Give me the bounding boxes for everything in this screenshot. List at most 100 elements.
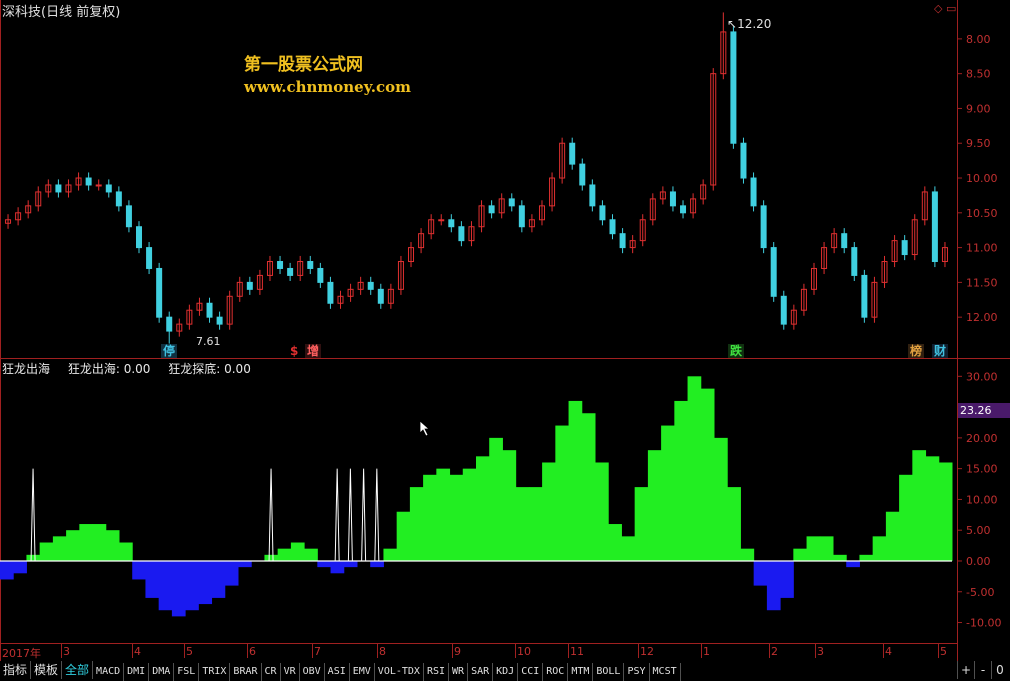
indicator-bar bbox=[740, 548, 755, 561]
time-axis-tick bbox=[883, 644, 884, 658]
tab-template[interactable]: 模板 bbox=[31, 661, 63, 679]
time-axis-label: 6 bbox=[249, 645, 256, 658]
candle-body bbox=[518, 205, 525, 228]
indicator-bar bbox=[846, 560, 860, 568]
price-chart[interactable]: 12.00 11.50 11.00 10.50 10.00 9.50 9.00 8.50 8.0… bbox=[0, 0, 1010, 358]
indicator-bar bbox=[449, 474, 464, 561]
tab-rsi[interactable]: RSI bbox=[424, 663, 450, 681]
zoom-in-button[interactable]: + bbox=[957, 661, 974, 679]
candle-body bbox=[841, 233, 848, 249]
signal-ranking[interactable]: 榜 bbox=[908, 344, 925, 358]
candle-body bbox=[105, 184, 112, 193]
indicator-bar bbox=[885, 511, 900, 561]
signal-spike bbox=[30, 468, 36, 561]
tab-fsl[interactable]: FSL bbox=[174, 663, 200, 681]
candle-body bbox=[206, 302, 213, 318]
indicator-bar bbox=[819, 536, 834, 561]
signal-dividend[interactable]: $ bbox=[288, 344, 300, 358]
signal-suspend-text: 停 bbox=[163, 344, 176, 358]
time-axis-tick bbox=[452, 644, 453, 658]
time-axis-label: 2 bbox=[771, 645, 778, 658]
price-y-label: 9.00 bbox=[966, 102, 991, 115]
tab-all[interactable]: 全部 bbox=[62, 661, 94, 679]
signal-finance-text: 财 bbox=[934, 344, 947, 358]
reset-button[interactable]: 0 bbox=[991, 661, 1008, 679]
indicator-bar bbox=[528, 487, 543, 561]
price-y-label: 9.50 bbox=[966, 137, 991, 150]
indicator-bar bbox=[277, 548, 292, 561]
indicator-bar bbox=[661, 425, 675, 561]
candle-body bbox=[680, 205, 687, 214]
indicator-bar bbox=[0, 560, 14, 580]
time-axis-tick bbox=[568, 644, 569, 658]
indicator-bar bbox=[912, 450, 927, 561]
time-axis-label: 5 bbox=[940, 645, 947, 658]
candle-body bbox=[730, 31, 737, 144]
tab-roc[interactable]: ROC bbox=[543, 663, 569, 681]
indicator-bar bbox=[370, 560, 384, 568]
candle-body bbox=[307, 261, 314, 269]
time-axis-tick bbox=[312, 644, 313, 658]
tab-kdj[interactable]: KDJ bbox=[493, 663, 519, 681]
zoom-out-button[interactable]: - bbox=[974, 661, 991, 679]
tab-cci[interactable]: CCI bbox=[518, 663, 544, 681]
signal-spike bbox=[334, 468, 340, 561]
indicator-bar bbox=[674, 400, 689, 561]
tab-vr[interactable]: VR bbox=[281, 663, 300, 681]
tab-vol-tdx[interactable]: VOL-TDX bbox=[375, 663, 424, 681]
mouse-cursor-icon bbox=[419, 420, 431, 437]
signal-finance[interactable]: 财 bbox=[932, 344, 949, 358]
indicator-bar bbox=[766, 560, 781, 611]
candle-body bbox=[85, 177, 92, 186]
current-value-badge: 23.26 bbox=[958, 403, 1010, 418]
tab-psy[interactable]: PSY bbox=[624, 663, 650, 681]
candle-body bbox=[367, 281, 374, 290]
candle-body bbox=[669, 191, 676, 207]
indicator-bar bbox=[423, 474, 437, 561]
time-axis-label: 8 bbox=[379, 645, 386, 658]
tab-macd[interactable]: MACD bbox=[93, 663, 125, 681]
tab-indicator[interactable]: 指标 bbox=[0, 661, 32, 679]
tab-cr[interactable]: CR bbox=[262, 663, 281, 681]
signal-suspend[interactable]: 停 bbox=[161, 344, 178, 358]
candle-body bbox=[901, 240, 908, 256]
candle-body bbox=[115, 191, 122, 207]
tab-dma[interactable]: DMA bbox=[149, 663, 175, 681]
time-axis-label: 3 bbox=[817, 645, 824, 658]
signal-fall[interactable]: 跌 bbox=[728, 344, 745, 358]
price-y-label: 12.00 bbox=[966, 311, 998, 324]
price-y-label: 10.50 bbox=[966, 207, 998, 220]
indicator-chart[interactable]: 30.0025.0020.0015.0010.005.000.00-5.00-1… bbox=[0, 359, 1010, 643]
tab-asi[interactable]: ASI bbox=[325, 663, 350, 681]
indicator-bar bbox=[899, 474, 913, 561]
candle-body bbox=[448, 219, 455, 228]
tab-emv[interactable]: EMV bbox=[350, 663, 375, 681]
indicator-bar bbox=[568, 400, 583, 561]
indicator-bar bbox=[714, 437, 728, 561]
indicator-bar bbox=[79, 524, 94, 561]
candle-body bbox=[156, 267, 163, 318]
tab-dmi[interactable]: DMI bbox=[124, 663, 150, 681]
signal-spike bbox=[347, 468, 353, 561]
signal-increase[interactable]: 增 bbox=[305, 344, 322, 358]
indicator-bar bbox=[39, 542, 54, 561]
time-axis-tick bbox=[184, 644, 185, 658]
signal-fall-text: 跌 bbox=[730, 344, 743, 358]
tab-boll[interactable]: BOLL bbox=[593, 663, 625, 681]
signal-dividend-text: $ bbox=[290, 344, 299, 358]
tab-brar[interactable]: BRAR bbox=[230, 663, 262, 681]
candle-body bbox=[458, 226, 465, 242]
tab-mcst[interactable]: MCST bbox=[650, 663, 681, 681]
tab-sar[interactable]: SAR bbox=[468, 663, 494, 681]
candle-body bbox=[599, 205, 606, 221]
time-axis-label: 5 bbox=[186, 645, 193, 658]
tab-trix[interactable]: TRIX bbox=[199, 663, 231, 681]
price-y-label: 10.00 bbox=[966, 172, 998, 185]
candle-body bbox=[136, 226, 143, 249]
indicator-bar bbox=[859, 554, 874, 561]
tab-obv[interactable]: OBV bbox=[300, 663, 325, 681]
tab-mtm[interactable]: MTM bbox=[568, 663, 594, 681]
low-price-label: 7.61 bbox=[196, 335, 221, 348]
tab-wr[interactable]: WR bbox=[449, 663, 469, 681]
indicator-bar bbox=[383, 548, 398, 561]
